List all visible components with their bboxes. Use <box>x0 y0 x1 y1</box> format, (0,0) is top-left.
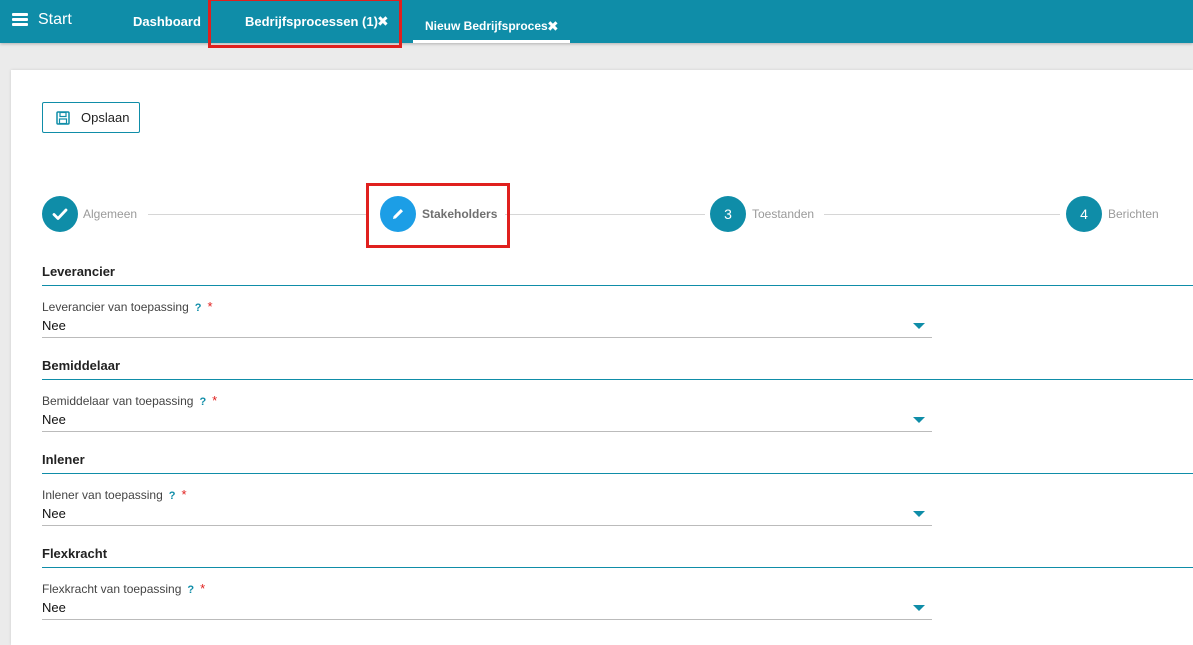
stepper-connector <box>148 214 368 215</box>
section-divider <box>42 473 1193 474</box>
step-toestanden-circle[interactable]: 3 <box>710 196 746 232</box>
field-label-text: Bemiddelaar van toepassing <box>42 394 194 408</box>
section-divider <box>42 379 1193 380</box>
bemiddelaar-select-value[interactable]: Nee <box>42 412 66 427</box>
chevron-down-icon[interactable] <box>913 417 925 423</box>
top-bar: Start Dashboard Bedrijfsprocessen (1) ✖ … <box>0 0 1193 43</box>
field-label-text: Leverancier van toepassing <box>42 300 189 314</box>
field-label-bemiddelaar: Bemiddelaar van toepassing? * <box>42 393 217 408</box>
required-marker: * <box>207 299 213 314</box>
section-title-leverancier: Leverancier <box>42 264 115 279</box>
required-marker: * <box>212 393 218 408</box>
select-underline <box>42 619 932 620</box>
hamburger-menu-icon[interactable] <box>12 13 28 26</box>
help-icon[interactable]: ? <box>195 302 202 314</box>
chevron-down-icon[interactable] <box>913 511 925 517</box>
step-number: 4 <box>1080 206 1088 222</box>
field-label-inlener: Inlener van toepassing? * <box>42 487 187 502</box>
floppy-disk-icon <box>56 110 70 125</box>
save-button[interactable]: Opslaan <box>42 102 140 133</box>
step-toestanden-label[interactable]: Toestanden <box>752 207 814 221</box>
flexkracht-select-value[interactable]: Nee <box>42 600 66 615</box>
form-card: Opslaan <box>11 70 1193 645</box>
highlight-box <box>366 183 510 248</box>
save-button-label: Opslaan <box>81 110 130 125</box>
chevron-down-icon[interactable] <box>913 323 925 329</box>
field-label-text: Inlener van toepassing <box>42 488 163 502</box>
step-berichten-label[interactable]: Berichten <box>1108 207 1159 221</box>
inlener-select-value[interactable]: Nee <box>42 506 66 521</box>
step-number: 3 <box>724 206 732 222</box>
tab-nieuw-bedrijfsproces[interactable]: Nieuw Bedrijfsproces ✖ <box>413 0 570 43</box>
chevron-down-icon[interactable] <box>913 605 925 611</box>
required-marker: * <box>200 581 206 596</box>
select-underline <box>42 337 932 338</box>
section-divider <box>42 567 1193 568</box>
section-title-inlener: Inlener <box>42 452 85 467</box>
section-divider <box>42 285 1193 286</box>
field-label-leverancier: Leverancier van toepassing? * <box>42 299 213 314</box>
section-title-bemiddelaar: Bemiddelaar <box>42 358 121 373</box>
close-icon[interactable]: ✖ <box>547 18 559 35</box>
required-marker: * <box>181 487 187 502</box>
checkmark-icon <box>52 208 68 220</box>
leverancier-select-value[interactable]: Nee <box>42 318 66 333</box>
select-underline <box>42 431 932 432</box>
step-berichten-circle[interactable]: 4 <box>1066 196 1102 232</box>
step-algemeen-circle[interactable] <box>42 196 78 232</box>
select-underline <box>42 525 932 526</box>
stepper-connector <box>505 214 705 215</box>
help-icon[interactable]: ? <box>187 584 194 596</box>
stepper-connector <box>824 214 1060 215</box>
tab-dashboard[interactable]: Dashboard <box>133 14 201 29</box>
field-label-text: Flexkracht van toepassing <box>42 582 182 596</box>
step-algemeen-label[interactable]: Algemeen <box>83 207 137 221</box>
active-tab-indicator <box>413 40 570 43</box>
tab-label: Nieuw Bedrijfsproces <box>425 19 548 33</box>
help-icon[interactable]: ? <box>199 396 206 408</box>
field-label-flexkracht: Flexkracht van toepassing? * <box>42 581 205 596</box>
highlight-box <box>208 0 402 48</box>
section-title-flexkracht: Flexkracht <box>42 546 108 561</box>
start-link[interactable]: Start <box>38 11 72 29</box>
help-icon[interactable]: ? <box>169 490 176 502</box>
